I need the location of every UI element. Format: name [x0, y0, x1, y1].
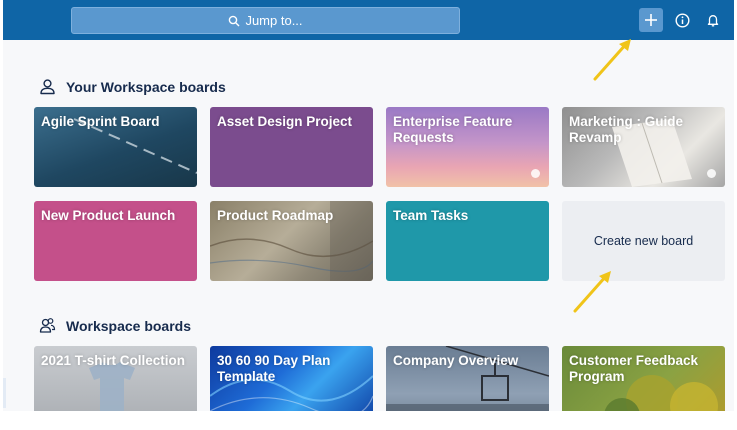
board-30-60-90[interactable]: 30 60 90 Day Plan Template [210, 346, 373, 411]
board-enterprise-feature-requests[interactable]: Enterprise Feature Requests [386, 107, 549, 187]
board-title: 2021 T-shirt Collection [41, 353, 186, 368]
board-title: New Product Launch [41, 208, 176, 223]
board-title: Asset Design Project [217, 114, 353, 129]
boards-page: Your Workspace boards Agile Sprint Board… [3, 40, 734, 411]
board-title: 30 60 90 Day Plan Template [217, 353, 331, 384]
info-icon [674, 12, 690, 28]
section-title: Workspace boards [66, 317, 192, 334]
section-title: Your Workspace boards [66, 78, 226, 95]
board-product-roadmap[interactable]: Product Roadmap [210, 201, 373, 281]
board-team-tasks[interactable]: Team Tasks [386, 201, 549, 281]
board-title: Customer Feedback Program [569, 353, 699, 384]
notifications-button[interactable] [701, 8, 725, 32]
board-title: Enterprise Feature Requests [393, 114, 513, 145]
create-button[interactable] [639, 8, 663, 32]
board-title: Team Tasks [393, 208, 469, 223]
team-icon [39, 318, 56, 333]
board-title: Marketing : Guide Revamp [569, 114, 684, 145]
board-title: Company Overview [393, 353, 519, 368]
info-button[interactable] [670, 8, 694, 32]
board-asset-design[interactable]: Asset Design Project [210, 107, 373, 187]
board-indicator-dot [707, 169, 716, 178]
board-title: Agile Sprint Board [41, 114, 160, 129]
top-bar: Jump to... [3, 0, 734, 40]
board-marketing-guide[interactable]: Marketing : Guide Revamp [562, 107, 725, 187]
annotation-arrow-icon [573, 271, 611, 313]
jump-to-label: Jump to... [245, 13, 303, 28]
board-title: Product Roadmap [217, 208, 334, 223]
jump-to-search[interactable]: Jump to... [71, 7, 460, 34]
bell-icon [707, 15, 719, 27]
sidebar-tab[interactable] [3, 378, 6, 408]
search-icon [229, 15, 240, 26]
board-customer-feedback[interactable]: Customer Feedback Program [562, 346, 725, 411]
create-new-board-label: Create new board [593, 234, 694, 248]
board-indicator-dot [531, 169, 540, 178]
board-2021-tshirt[interactable]: 2021 T-shirt Collection [34, 346, 197, 411]
user-icon [40, 79, 55, 95]
plus-icon [645, 14, 657, 26]
board-agile-sprint[interactable]: Agile Sprint Board [34, 107, 197, 187]
annotation-arrow-icon [593, 39, 631, 81]
board-new-product-launch[interactable]: New Product Launch [34, 201, 197, 281]
board-company-overview[interactable]: Company Overview [386, 346, 549, 411]
workspace-boards-heading: Workspace boards [39, 317, 191, 334]
your-workspace-boards-heading: Your Workspace boards [39, 78, 226, 95]
